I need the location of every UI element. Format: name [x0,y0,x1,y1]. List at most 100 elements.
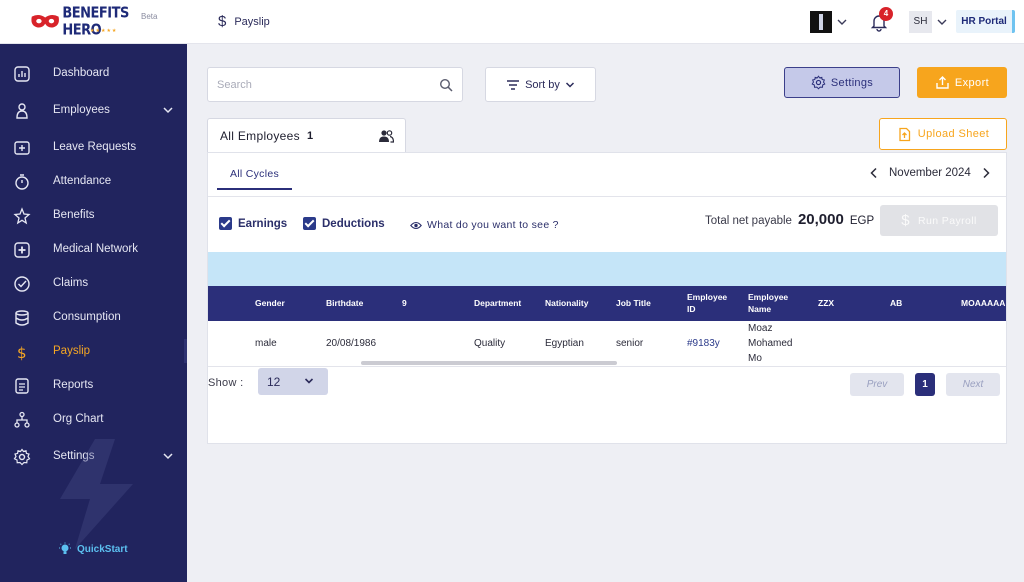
table-header-band [208,252,1006,286]
upload-icon [936,76,949,89]
sidebar: Dashboard Employees Leave Requests Atten… [0,44,187,582]
chevron-down-icon [163,453,173,460]
page-size-label: Show : [208,377,244,389]
column-header[interactable]: Nationality [545,297,588,309]
search-box[interactable] [207,67,463,102]
check-circle-icon [14,276,30,292]
earnings-checkbox[interactable]: Earnings [219,217,287,230]
sidebar-item-label: Org Chart [53,413,104,425]
eye-icon [410,221,422,229]
sort-by-button[interactable]: Sort by [485,67,596,102]
mask-logo-icon [31,15,59,28]
sidebar-item-payslip[interactable]: $ Payslip [0,336,187,366]
search-icon[interactable] [439,78,453,92]
beta-badge: Beta [141,12,158,21]
gear-icon [811,75,826,90]
people-icon [379,130,394,143]
org-chart-icon [14,411,30,428]
sidebar-item-claims[interactable]: Claims [0,268,187,298]
sidebar-item-attendance[interactable]: Attendance [0,166,187,196]
sidebar-item-label: Dashboard [53,67,110,79]
column-header[interactable]: Employee Name [748,291,798,315]
sidebar-item-label: Attendance [53,175,112,187]
run-payroll-button[interactable]: $ Run Payroll [880,205,998,236]
payslip-panel: All Cycles November 2024 Earnings Deduct… [207,152,1007,444]
tab-all-cycles[interactable]: All Cycles [217,165,292,190]
upload-sheet-button[interactable]: Upload Sheet [879,118,1007,150]
sidebar-item-label: Benefits [53,209,95,221]
column-header[interactable]: 9 [402,297,407,309]
settings-button[interactable]: Settings [784,67,900,98]
sidebar-item-label: Leave Requests [53,141,137,153]
tab-all-employees[interactable]: All Employees 1 [207,118,406,153]
column-header[interactable]: AB [890,297,902,309]
dashboard-icon [14,66,30,82]
sidebar-item-consumption[interactable]: Consumption [0,302,187,332]
column-visibility-link[interactable]: What do you want to see ? [410,219,559,231]
month-navigator: November 2024 [869,167,991,179]
hr-portal-button[interactable]: HR Portal [956,10,1015,33]
breadcrumb: $ Payslip [218,13,270,30]
chevron-left-icon[interactable] [869,167,879,179]
sort-by-label: Sort by [525,78,560,91]
column-header[interactable]: MOAAAAA [961,297,1005,309]
deductions-label: Deductions [322,217,385,230]
star-icon [13,207,31,225]
sidebar-item-label: Claims [53,277,89,289]
lightbulb-icon [59,542,71,554]
sidebar-item-dashboard[interactable]: Dashboard [0,58,187,88]
stopwatch-icon [15,174,29,190]
sidebar-item-label: Medical Network [53,243,138,255]
dollar-icon: $ [17,344,27,361]
page-size-select[interactable]: 12 [258,368,328,395]
column-visibility-label: What do you want to see ? [427,219,559,231]
deductions-checkbox[interactable]: Deductions [303,217,385,230]
chevron-down-icon [837,19,847,25]
table-cell: 20/08/1986 [326,338,377,349]
employee-id-link[interactable]: #9183y [687,336,720,351]
brand-name: BENEFITS HERO [62,4,129,40]
notification-badge: 4 [879,7,893,21]
quickstart-link[interactable]: QuickStart [58,542,128,556]
column-header[interactable]: Department [474,297,521,309]
person-icon [16,103,28,119]
page-title: Payslip [234,15,270,28]
filter-lines-icon [507,79,520,90]
column-header[interactable]: Employee ID [687,291,731,315]
sidebar-item-medical-network[interactable]: Medical Network [0,234,187,264]
net-payable-currency: EGP [849,215,875,227]
chevron-right-icon[interactable] [981,167,991,179]
sidebar-item-label: Consumption [53,311,121,323]
column-header[interactable]: Birthdate [326,297,363,309]
top-bar: BENEFITS HERO Beta ★★★★★ $ Payslip 4 SH … [0,0,1024,44]
dollar-icon: $ [901,212,911,229]
sidebar-item-org-chart[interactable]: Org Chart [0,404,187,434]
horizontal-scrollbar[interactable] [361,361,617,365]
export-label: Export [954,76,990,89]
page-number-button[interactable]: 1 [915,373,935,396]
company-switcher[interactable] [810,11,848,33]
medical-icon [14,242,30,258]
upload-file-icon [899,127,910,141]
sidebar-item-leave-requests[interactable]: Leave Requests [0,132,187,162]
column-header[interactable]: ZZX [818,297,834,309]
search-input[interactable] [217,77,427,93]
prev-page-button[interactable]: Prev [850,373,904,396]
export-button[interactable]: Export [917,67,1007,98]
employee-count: 1 [307,130,314,142]
sidebar-item-employees[interactable]: Employees [0,95,187,125]
tab-label: All Employees [220,129,300,143]
sidebar-item-reports[interactable]: Reports [0,370,187,400]
chevron-down-icon [163,107,173,114]
logo[interactable]: BENEFITS HERO Beta ★★★★★ [30,5,160,39]
user-menu[interactable]: SH [909,11,948,33]
earnings-label: Earnings [238,217,288,230]
sidebar-item-benefits[interactable]: Benefits [0,200,187,230]
stars-icon: ★★★★★ [90,28,118,34]
chevron-down-icon [565,81,574,88]
current-month: November 2024 [889,167,971,179]
column-header[interactable]: Gender [255,297,285,309]
next-page-button[interactable]: Next [946,373,1000,396]
column-header[interactable]: Job Title [616,297,651,309]
bolt-decoration-icon [60,439,133,549]
